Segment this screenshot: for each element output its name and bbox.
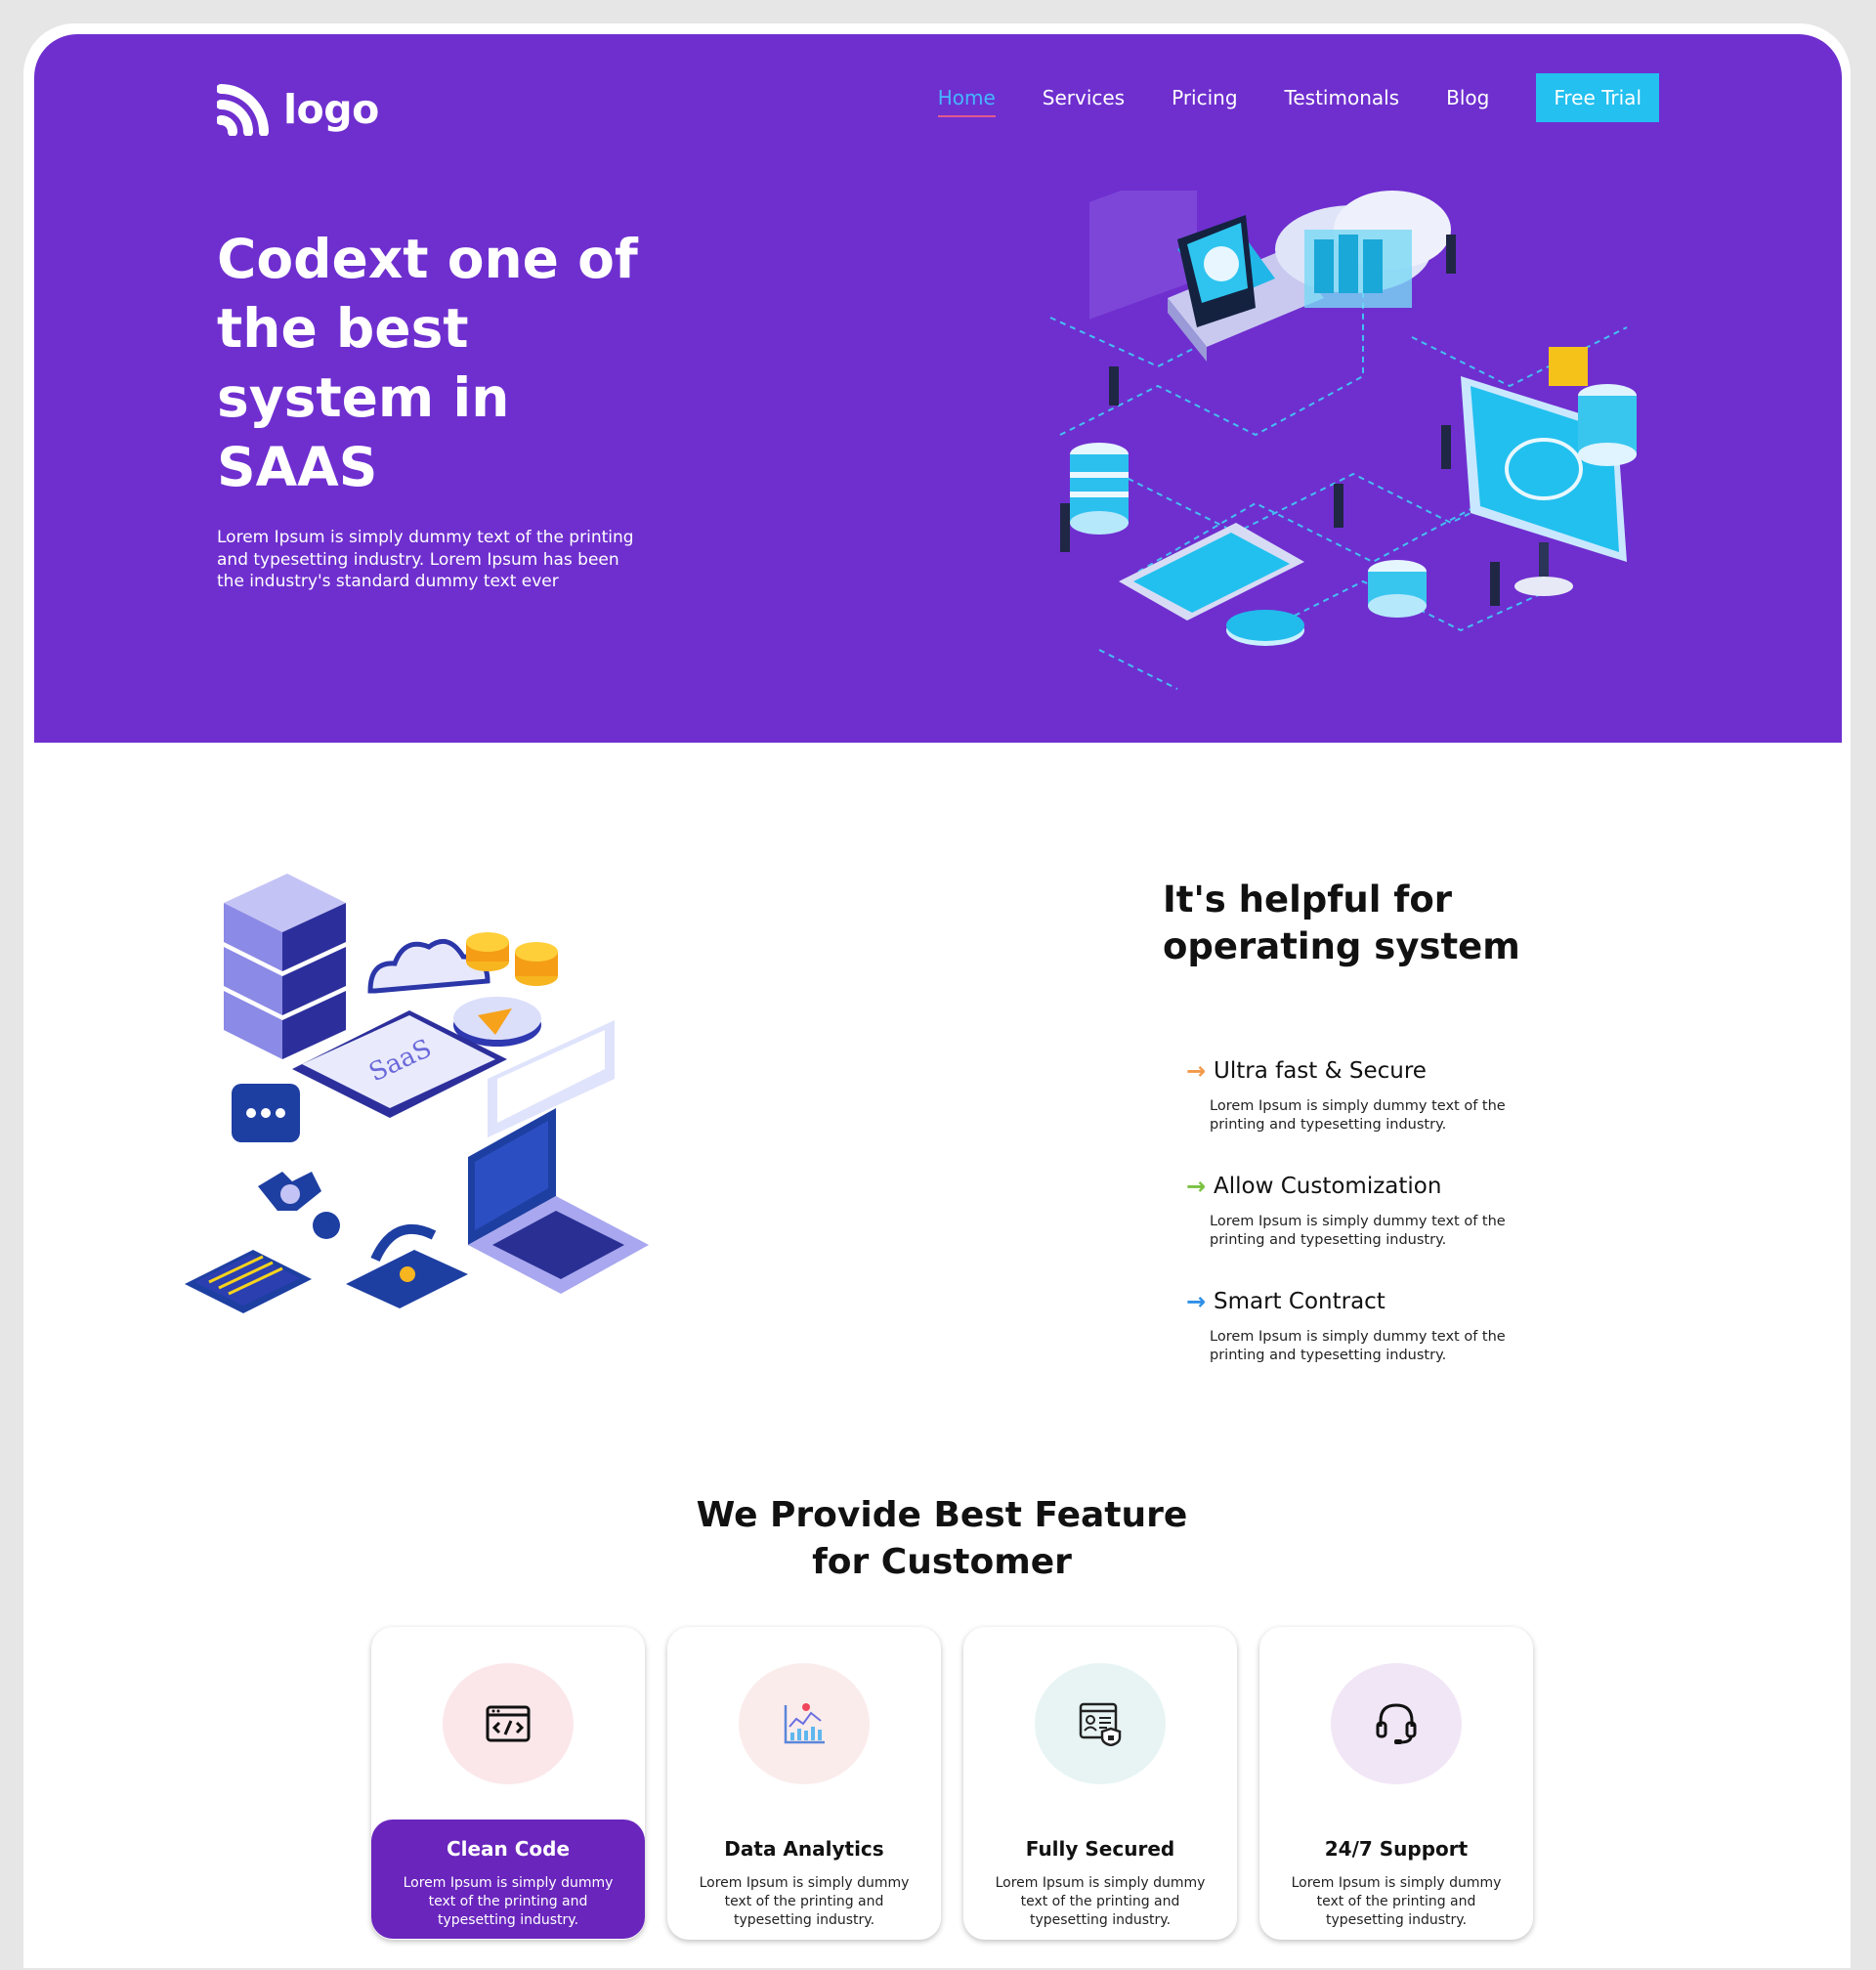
icon-circle xyxy=(443,1663,574,1784)
logo-icon xyxy=(217,84,269,136)
secure-document-icon xyxy=(1079,1702,1122,1746)
feature-card-data-analytics[interactable]: Data Analytics Lorem Ipsum is simply dum… xyxy=(667,1627,941,1940)
card-title: Clean Code xyxy=(446,1837,571,1861)
icon-circle xyxy=(1331,1663,1462,1784)
feature-item-ultra-fast: → Ultra fast & Secure Lorem Ipsum is sim… xyxy=(1186,1057,1518,1135)
nav-blog[interactable]: Blog xyxy=(1446,80,1489,115)
saas-illustration: SaaS xyxy=(185,874,649,1313)
feature-card-clean-code[interactable]: Clean Code Lorem Ipsum is simply dummy t… xyxy=(371,1627,645,1940)
feature-item-description: Lorem Ipsum is simply dummy text of the … xyxy=(1210,1329,1506,1363)
code-window-icon xyxy=(486,1705,531,1742)
main-nav: Home Services Pricing Testimonals Blog F… xyxy=(891,73,1659,122)
nav-services[interactable]: Services xyxy=(1043,80,1125,115)
feature-item-title: Ultra fast & Secure xyxy=(1214,1058,1427,1084)
card-content: Clean Code Lorem Ipsum is simply dummy t… xyxy=(371,1820,645,1939)
feature-item-description: Lorem Ipsum is simply dummy text of the … xyxy=(1210,1214,1506,1248)
card-description: Lorem Ipsum is simply dummy text of the … xyxy=(995,1875,1206,1928)
card-title: Fully Secured xyxy=(1025,1837,1175,1861)
feature-item-smart-contract: → Smart Contract Lorem Ipsum is simply d… xyxy=(1186,1288,1518,1365)
card-title: Data Analytics xyxy=(724,1837,884,1861)
headset-icon xyxy=(1376,1703,1417,1744)
feature-item-description: Lorem Ipsum is simply dummy text of the … xyxy=(1210,1098,1506,1133)
arrow-right-icon: → xyxy=(1186,1057,1207,1085)
feature-item-customization: → Allow Customization Lorem Ipsum is sim… xyxy=(1186,1173,1518,1250)
helpful-section-title: It's helpful for operating system xyxy=(1163,878,1520,967)
cloud-network-illustration xyxy=(1049,191,1637,690)
nav-testimonials[interactable]: Testimonals xyxy=(1285,80,1400,115)
features-section-title: We Provide Best Feature for Customer xyxy=(696,1495,1188,1582)
logo-text: logo xyxy=(283,86,379,133)
feature-card-support[interactable]: 24/7 Support Lorem Ipsum is simply dummy… xyxy=(1259,1627,1533,1940)
feature-card-fully-secured[interactable]: Fully Secured Lorem Ipsum is simply dumm… xyxy=(963,1627,1237,1940)
arrow-right-icon: → xyxy=(1186,1173,1207,1200)
feature-item-title: Allow Customization xyxy=(1214,1174,1442,1199)
card-content: 24/7 Support Lorem Ipsum is simply dummy… xyxy=(1259,1820,1533,1939)
arrow-right-icon: → xyxy=(1186,1288,1207,1315)
logo[interactable]: logo xyxy=(217,83,379,136)
icon-circle xyxy=(739,1663,870,1784)
nav-home[interactable]: Home xyxy=(937,80,996,117)
feature-item-title: Smart Contract xyxy=(1214,1289,1386,1314)
hero-description: Lorem Ipsum is simply dummy text of the … xyxy=(217,528,634,591)
card-description: Lorem Ipsum is simply dummy text of the … xyxy=(699,1875,910,1928)
analytics-chart-icon xyxy=(784,1703,825,1744)
free-trial-button[interactable]: Free Trial xyxy=(1536,73,1659,122)
nav-pricing[interactable]: Pricing xyxy=(1172,80,1237,115)
hero-section: logo Home Services Pricing Testimonals B… xyxy=(34,34,1842,743)
card-description: Lorem Ipsum is simply dummy text of the … xyxy=(1291,1875,1502,1928)
card-title: 24/7 Support xyxy=(1324,1837,1469,1861)
card-description: Lorem Ipsum is simply dummy text of the … xyxy=(403,1875,614,1928)
card-content: Data Analytics Lorem Ipsum is simply dum… xyxy=(667,1820,941,1939)
hero-title: Codext one of the best system in SAAS xyxy=(217,228,638,498)
icon-circle xyxy=(1035,1663,1166,1784)
card-content: Fully Secured Lorem Ipsum is simply dumm… xyxy=(963,1820,1237,1939)
page-frame: logo Home Services Pricing Testimonals B… xyxy=(23,23,1851,1968)
